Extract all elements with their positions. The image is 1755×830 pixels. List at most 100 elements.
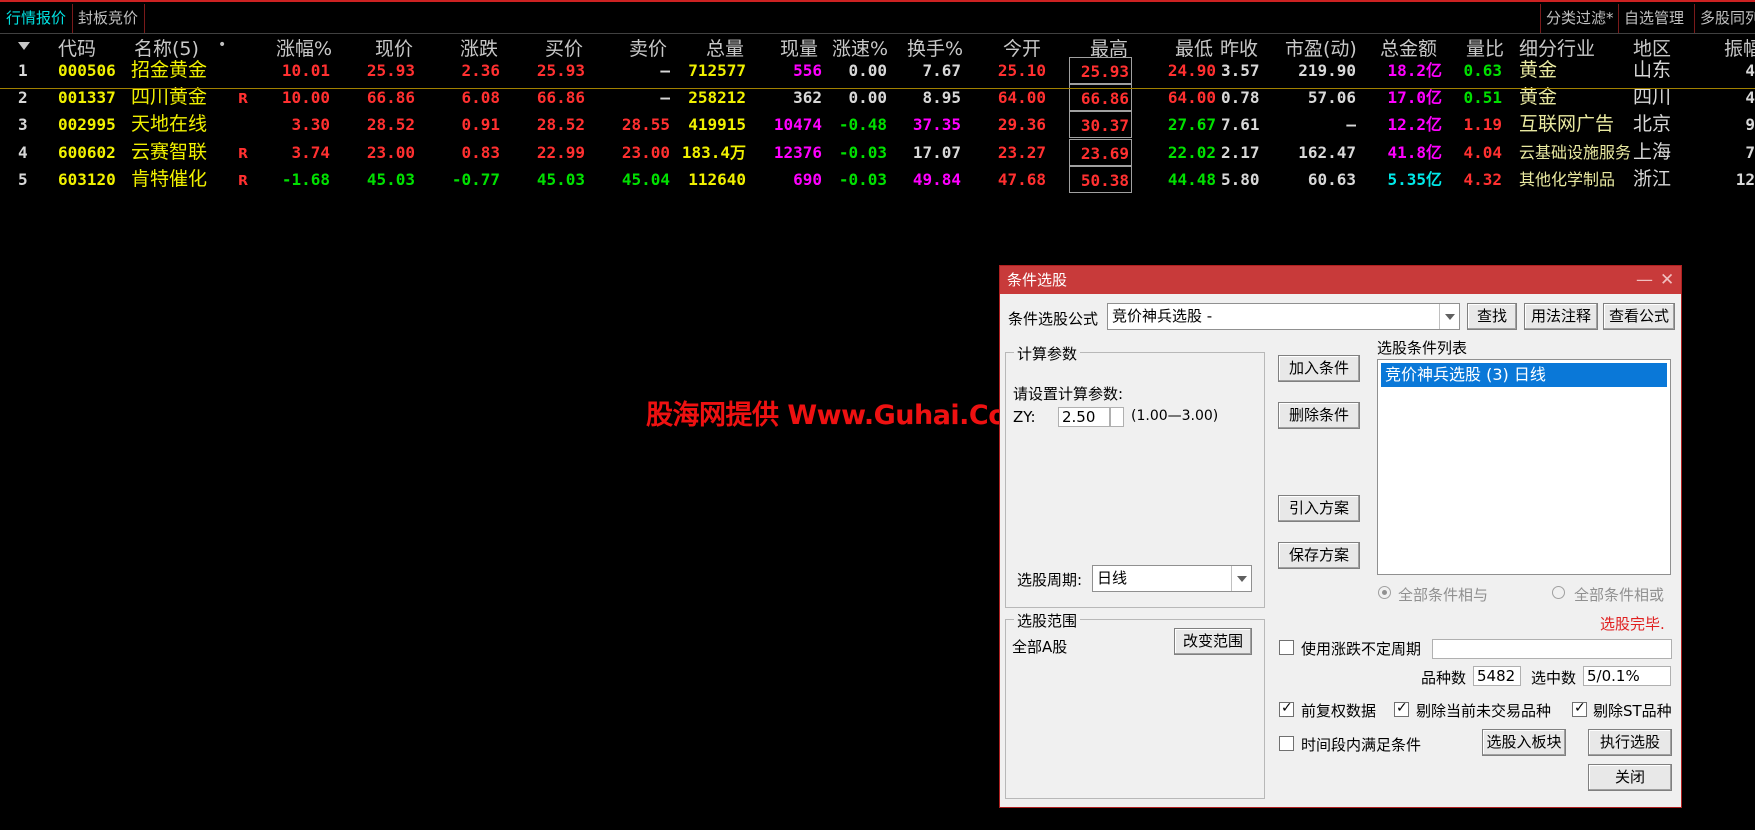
margin-trading-flag: R xyxy=(238,92,249,107)
cell-code[interactable]: 600602 xyxy=(58,139,122,166)
or-radio[interactable] xyxy=(1552,586,1565,599)
minimize-icon[interactable]: — xyxy=(1636,266,1653,294)
cell-open: 23.27 xyxy=(997,143,1046,162)
cell-low: 24.90 xyxy=(1167,61,1216,80)
range-value: 全部A股 xyxy=(1012,638,1068,656)
cell-idx: 5 xyxy=(18,170,28,189)
row-selection-line xyxy=(0,88,1755,89)
or-label: 全部条件相或 xyxy=(1574,586,1665,604)
cell-high: 50.38 xyxy=(1069,166,1132,193)
variable-period-checkbox[interactable] xyxy=(1279,640,1294,655)
cell-amount: 18.2亿 xyxy=(1387,61,1442,80)
adjusted-data-checkbox[interactable] xyxy=(1279,700,1294,717)
cell-industry: 其他化学制品 xyxy=(1519,170,1616,189)
chevron-down-icon[interactable] xyxy=(1439,304,1459,329)
close-button[interactable]: 关闭 xyxy=(1588,764,1672,791)
cell-region: 上海 xyxy=(1633,141,1672,163)
cell-region: 浙江 xyxy=(1633,168,1672,190)
time-range-checkbox[interactable] xyxy=(1279,736,1294,751)
add-condition-button[interactable]: 加入条件 xyxy=(1278,355,1360,382)
cell-pe: – xyxy=(1346,115,1356,134)
period-select[interactable]: 日线 xyxy=(1092,565,1252,592)
condition-list[interactable]: 竞价神兵选股 (3) 日线 xyxy=(1377,359,1671,575)
cell-ask: – xyxy=(660,61,670,80)
exclude-untraded-checkbox[interactable] xyxy=(1394,700,1409,717)
view-formula-button[interactable]: 查看公式 xyxy=(1603,303,1675,330)
cell-code[interactable]: 603120 xyxy=(58,166,122,193)
tab-quotes[interactable]: 行情报价 xyxy=(0,4,74,33)
cell-prev-close: 7.61 xyxy=(1221,115,1260,134)
param-range: (1.00—3.00) xyxy=(1131,408,1219,424)
formula-select-value: 竞价神兵选股 - xyxy=(1112,307,1213,325)
cell-code[interactable]: 000506 xyxy=(58,57,122,84)
cell-change-pct: 10.01 xyxy=(281,61,330,80)
cell-change: 2.36 xyxy=(461,61,500,80)
cell-name[interactable]: 肯特催化 xyxy=(131,166,231,193)
cell-price: 28.52 xyxy=(366,115,415,134)
cell-open: 25.10 xyxy=(997,61,1046,80)
cell-high: 25.93 xyxy=(1069,57,1132,84)
change-range-button[interactable]: 改变范围 xyxy=(1174,628,1252,655)
cell-speed: -0.03 xyxy=(838,143,887,162)
cell-volume: 419915 xyxy=(688,115,746,134)
execute-button[interactable]: 执行选股 xyxy=(1588,729,1672,756)
cell-name[interactable]: 天地在线 xyxy=(131,111,231,138)
cell-change: 0.91 xyxy=(461,115,500,134)
cell-ask: 28.55 xyxy=(621,115,670,134)
cell-bid: 28.52 xyxy=(536,115,585,134)
tab-watchlist[interactable]: 自选管理 xyxy=(1618,4,1689,33)
usage-notes-button[interactable]: 用法注释 xyxy=(1524,303,1598,330)
cell-speed: 0.00 xyxy=(848,61,887,80)
cell-vol-ratio: 1.19 xyxy=(1463,115,1502,134)
cell-cur-vol: 556 xyxy=(793,61,822,80)
chevron-down-icon[interactable] xyxy=(1231,566,1251,591)
param-input[interactable]: 2.50 xyxy=(1058,407,1110,427)
cell-turnover: 37.35 xyxy=(912,115,961,134)
params-group: 计算参数 请设置计算参数: ZY: 2.50 (1.00—3.00) 选股周期:… xyxy=(1005,343,1265,608)
cell-amplitude: 9 xyxy=(1745,115,1755,134)
cell-turnover: 17.07 xyxy=(912,143,961,162)
count-value: 5482 xyxy=(1473,666,1521,686)
cell-vol-ratio: 0.63 xyxy=(1463,61,1502,80)
tab-auction[interactable]: 封板竞价 xyxy=(72,4,146,33)
formula-select[interactable]: 竞价神兵选股 - xyxy=(1107,303,1460,330)
cell-code[interactable]: 002995 xyxy=(58,111,122,138)
sort-dropdown-icon[interactable] xyxy=(18,42,30,50)
param-spinner[interactable] xyxy=(1110,407,1124,427)
cell-bid: 45.03 xyxy=(536,170,585,189)
cell-idx: 1 xyxy=(18,61,28,80)
cell-region: 山东 xyxy=(1633,59,1672,81)
tab-multi-stock[interactable]: 多股同列 xyxy=(1694,4,1755,33)
cell-change-pct: 3.74 xyxy=(291,143,330,162)
range-group: 选股范围 全部A股 改变范围 xyxy=(1005,610,1265,799)
close-icon[interactable]: ✕ xyxy=(1660,266,1674,294)
cell-turnover: 49.84 xyxy=(912,170,961,189)
sort-indicator-icon: • xyxy=(218,37,227,53)
cell-turnover: 7.67 xyxy=(922,61,961,80)
delete-condition-button[interactable]: 删除条件 xyxy=(1278,402,1360,429)
condition-stock-picker-dialog: 条件选股 — ✕ 条件选股公式 竞价神兵选股 - 查找 用法注释 查看公式 计算… xyxy=(999,265,1682,808)
cell-price: 23.00 xyxy=(366,143,415,162)
tab-category-filter[interactable]: 分类过滤* xyxy=(1540,4,1619,33)
condition-list-item[interactable]: 竞价神兵选股 (3) 日线 xyxy=(1381,363,1667,387)
save-plan-button[interactable]: 保存方案 xyxy=(1278,542,1360,569)
range-group-title: 选股范围 xyxy=(1014,610,1081,631)
variable-period-input[interactable] xyxy=(1432,639,1672,659)
cell-name[interactable]: 招金黄金 xyxy=(131,57,231,84)
cell-volume: 183.4万 xyxy=(681,143,746,162)
period-label: 选股周期: xyxy=(1017,571,1083,589)
cell-bid: 25.93 xyxy=(536,61,585,80)
cell-industry: 互联网广告 xyxy=(1519,113,1615,135)
cell-ask: 23.00 xyxy=(621,143,670,162)
cell-low: 44.48 xyxy=(1167,170,1216,189)
import-plan-button[interactable]: 引入方案 xyxy=(1278,495,1360,522)
cell-price: 45.03 xyxy=(366,170,415,189)
cell-high: 30.37 xyxy=(1069,111,1132,138)
add-to-block-button[interactable]: 选股入板块 xyxy=(1482,729,1566,756)
formula-label: 条件选股公式 xyxy=(1008,310,1099,328)
cell-industry: 云基础设施服务 xyxy=(1519,143,1632,162)
exclude-st-checkbox[interactable] xyxy=(1572,700,1587,717)
cell-name[interactable]: 云赛智联 xyxy=(131,139,231,166)
and-radio[interactable] xyxy=(1378,586,1391,599)
find-button[interactable]: 查找 xyxy=(1467,303,1517,330)
